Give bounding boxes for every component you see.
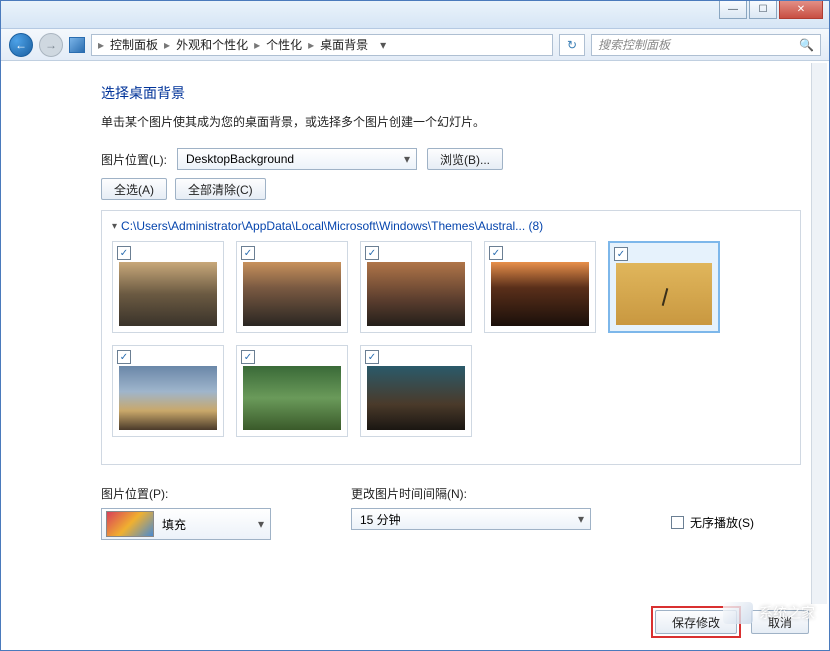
watermark: 系统之家: [723, 602, 815, 624]
thumbnail[interactable]: ✓: [608, 241, 720, 333]
thumbnail-checkbox[interactable]: ✓: [241, 350, 255, 364]
watermark-text: 系统之家: [759, 603, 815, 623]
thumbnail-image: [119, 262, 217, 326]
clear-all-button[interactable]: 全部清除(C): [175, 178, 266, 200]
back-button[interactable]: ←: [9, 33, 33, 57]
picture-location-select[interactable]: DesktopBackground: [177, 148, 417, 170]
chevron-right-icon: ▸: [308, 38, 314, 52]
picture-location-label: 图片位置(L):: [101, 151, 167, 168]
picture-position-select[interactable]: 填充: [101, 508, 271, 540]
collapse-icon[interactable]: ▾: [112, 221, 117, 232]
page-heading: 选择桌面背景: [101, 83, 801, 103]
page-description: 单击某个图片使其成为您的桌面背景，或选择多个图片创建一个幻灯片。: [101, 113, 801, 130]
browse-button[interactable]: 浏览(B)...: [427, 148, 503, 170]
control-panel-icon: [69, 37, 85, 53]
crumb-appearance[interactable]: 外观和个性化: [176, 36, 248, 53]
crumb-control-panel[interactable]: 控制面板: [110, 36, 158, 53]
thumbnail-image: [243, 262, 341, 326]
thumbnail-image: [119, 366, 217, 430]
thumbnail[interactable]: ✓: [112, 241, 224, 333]
thumbnail-checkbox[interactable]: ✓: [117, 246, 131, 260]
close-button[interactable]: ✕: [779, 1, 823, 19]
breadcrumb-dropdown[interactable]: ▾: [374, 38, 392, 52]
crumb-personalization[interactable]: 个性化: [266, 36, 302, 53]
chevron-right-icon: ▸: [98, 38, 104, 52]
picture-location-value: DesktopBackground: [186, 152, 294, 166]
thumbnail[interactable]: ✓: [484, 241, 596, 333]
thumbnail[interactable]: ✓: [236, 345, 348, 437]
picture-position-label: 图片位置(P):: [101, 485, 271, 502]
fit-preview-icon: [106, 511, 154, 537]
chevron-right-icon: ▸: [164, 38, 170, 52]
minimize-button[interactable]: —: [719, 1, 747, 19]
thumbnail[interactable]: ✓: [112, 345, 224, 437]
thumbnail-image: [367, 262, 465, 326]
content-area: 选择桌面背景 单击某个图片使其成为您的桌面背景，或选择多个图片创建一个幻灯片。 …: [1, 61, 829, 550]
maximize-button[interactable]: ☐: [749, 1, 777, 19]
shuffle-checkbox[interactable]: [671, 516, 684, 529]
thumbnail-checkbox[interactable]: ✓: [365, 246, 379, 260]
refresh-button[interactable]: ↻: [559, 34, 585, 56]
window: — ☐ ✕ ← → ▸ 控制面板 ▸ 外观和个性化 ▸ 个性化 ▸ 桌面背景 ▾…: [0, 0, 830, 651]
thumbnail-checkbox[interactable]: ✓: [117, 350, 131, 364]
search-icon[interactable]: 🔍: [799, 38, 814, 52]
scrollbar[interactable]: [811, 63, 827, 604]
titlebar: — ☐ ✕: [1, 1, 829, 29]
thumbnail-checkbox[interactable]: ✓: [489, 246, 503, 260]
thumbnail-checkbox[interactable]: ✓: [614, 247, 628, 261]
search-input[interactable]: 搜索控制面板 🔍: [591, 34, 821, 56]
chevron-right-icon: ▸: [254, 38, 260, 52]
crumb-desktop-background[interactable]: 桌面背景: [320, 36, 368, 53]
thumbnail-checkbox[interactable]: ✓: [241, 246, 255, 260]
folder-path-text: C:\Users\Administrator\AppData\Local\Mic…: [121, 219, 543, 233]
interval-label: 更改图片时间间隔(N):: [351, 485, 591, 502]
interval-value: 15 分钟: [360, 511, 401, 528]
thumbnail-image: [616, 263, 712, 325]
select-all-button[interactable]: 全选(A): [101, 178, 167, 200]
shuffle-label: 无序播放(S): [690, 514, 754, 531]
folder-path[interactable]: ▾ C:\Users\Administrator\AppData\Local\M…: [112, 219, 790, 233]
thumbnail-image: [367, 366, 465, 430]
thumbnail-grid: ✓ ✓ ✓ ✓ ✓ ✓ ✓ ✓: [112, 241, 790, 437]
thumbnail-image: [491, 262, 589, 326]
thumbnail-checkbox[interactable]: ✓: [365, 350, 379, 364]
thumbnail[interactable]: ✓: [360, 345, 472, 437]
thumbnail[interactable]: ✓: [360, 241, 472, 333]
navbar: ← → ▸ 控制面板 ▸ 外观和个性化 ▸ 个性化 ▸ 桌面背景 ▾ ↻ 搜索控…: [1, 29, 829, 61]
thumbnail-gallery: ▾ C:\Users\Administrator\AppData\Local\M…: [101, 210, 801, 465]
interval-select[interactable]: 15 分钟: [351, 508, 591, 530]
picture-position-value: 填充: [162, 516, 186, 533]
watermark-logo-icon: [723, 602, 753, 624]
bottom-controls: 图片位置(P): 填充 更改图片时间间隔(N): 15 分钟 无序播放(S): [101, 485, 801, 540]
forward-button[interactable]: →: [39, 33, 63, 57]
breadcrumb[interactable]: ▸ 控制面板 ▸ 外观和个性化 ▸ 个性化 ▸ 桌面背景 ▾: [91, 34, 553, 56]
search-placeholder: 搜索控制面板: [598, 36, 670, 53]
thumbnail[interactable]: ✓: [236, 241, 348, 333]
thumbnail-image: [243, 366, 341, 430]
